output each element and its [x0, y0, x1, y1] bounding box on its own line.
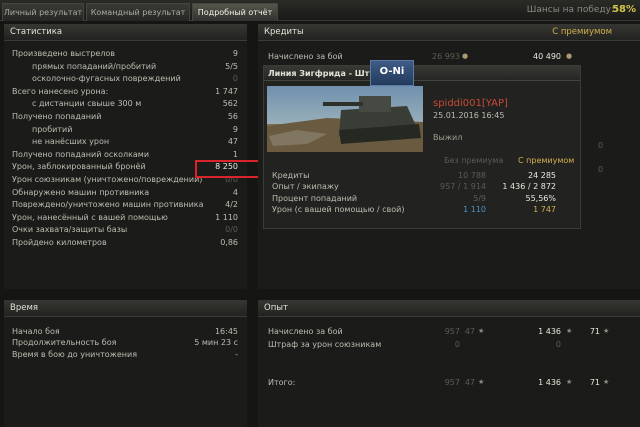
- stats-row-value: 0/0: [225, 225, 238, 235]
- credits-earned-label: Начислено за бой: [268, 52, 343, 61]
- report-row-label: Опыт / экипажу: [272, 182, 339, 192]
- time-row-value: -: [235, 349, 238, 359]
- time-row-value: 5 мин 23 с: [194, 338, 238, 348]
- credits-title: Кредиты: [264, 27, 304, 37]
- stats-header: Статистика: [4, 24, 247, 41]
- tank-name-badge: O-Ni: [370, 60, 414, 86]
- stats-row-label: не нанёсших урон: [32, 137, 110, 147]
- xp-earned-free-premium: 71: [589, 327, 600, 336]
- xp-penalty-label: Штраф за урон союзникам: [268, 340, 382, 349]
- stats-row-label: Всего нанесено урона:: [12, 86, 109, 96]
- stats-row-label: Очки захвата/защиты базы: [12, 225, 128, 235]
- results-tab-bar: Личный результат Командный результат Под…: [0, 0, 640, 21]
- win-chance-label: Шансы на победу:: [526, 5, 614, 15]
- win-chance-value: 58%: [612, 4, 636, 15]
- stats-row-label: Урон, нанесённый с вашей помощью: [12, 212, 168, 222]
- stats-row-label: Получено попаданий: [12, 112, 102, 121]
- report-row-label: Процент попаданий: [272, 193, 358, 203]
- stats-row-value: 4/2: [225, 200, 238, 210]
- xp-header: Опыт: [258, 300, 640, 317]
- xp-star-icon: ★: [603, 378, 610, 386]
- xp-star-icon: ★: [478, 378, 485, 386]
- battle-status: Выжил: [433, 133, 463, 142]
- report-row-base: 1 110: [463, 204, 486, 214]
- tab-personal-result[interactable]: Личный результат: [2, 3, 84, 21]
- xp-total-label: Итого:: [268, 378, 296, 387]
- report-row-label: Кредиты: [272, 171, 310, 180]
- time-panel: Время: [4, 300, 247, 427]
- stats-row-value: 0: [232, 74, 238, 84]
- xp-total-free: 47: [464, 378, 475, 387]
- xp-earned-free: 47: [464, 327, 475, 336]
- time-row-value: 16:45: [214, 327, 238, 336]
- report-row-base: 957 / 1 914: [440, 182, 486, 192]
- stats-row-label: прямых попаданий/пробитий: [32, 61, 157, 71]
- highlight-blocked-damage: [195, 160, 262, 178]
- stats-row-value: 9: [232, 49, 238, 58]
- stats-row-value: 1 110: [215, 212, 238, 222]
- xp-earned-label: Начислено за бой: [268, 327, 343, 336]
- stats-row-label: Урон, заблокированный бронёй: [12, 162, 146, 172]
- stats-row-value: 4: [232, 187, 238, 197]
- report-row-premium: 1 747: [533, 204, 556, 214]
- stats-row-value: 47: [227, 137, 238, 147]
- stats-row-value: 1: [232, 149, 238, 159]
- stats-row-value: 56: [227, 112, 238, 121]
- credit-coin-icon: ●: [462, 52, 469, 60]
- tab-team-result[interactable]: Командный результат: [86, 3, 190, 21]
- report-row-base: 10 788: [458, 171, 486, 180]
- credits-zero-2: 0: [598, 165, 604, 174]
- stats-row-value: 9: [232, 124, 238, 134]
- report-row-premium: 1 436 / 2 872: [502, 182, 556, 192]
- credits-premium-label: С премиумом: [552, 27, 612, 37]
- col-premium: С премиумом: [518, 156, 575, 165]
- stats-row-label: Произведено выстрелов: [12, 49, 116, 58]
- report-row-label: Урон (с вашей помощью / свой): [272, 204, 405, 214]
- xp-panel: Опыт: [258, 300, 640, 427]
- xp-penalty-premium: 0: [555, 340, 561, 349]
- tab-detailed-report[interactable]: Подробный отчёт: [192, 3, 278, 21]
- report-row-premium: 55,56%: [525, 193, 556, 203]
- player-name: spiddi001[YAP]: [433, 98, 508, 109]
- xp-total-premium: 1 436: [538, 378, 561, 387]
- time-row-label: Продолжительность боя: [12, 338, 117, 348]
- credit-coin-icon: ●: [566, 52, 573, 60]
- stats-row-label: Повреждено/уничтожено машин противника: [12, 200, 204, 210]
- stats-row-label: Пройдено километров: [12, 238, 107, 247]
- col-no-premium: Без премиума: [444, 156, 504, 165]
- report-row-base: 5/9: [473, 193, 486, 203]
- stats-row-label: Получено попаданий осколками: [12, 149, 150, 159]
- stats-row-label: Обнаружено машин противника: [12, 187, 150, 197]
- stats-row-label: пробитий: [32, 124, 73, 134]
- stats-row-value: 0,86: [220, 238, 238, 247]
- stats-row-label: Урон союзникам (уничтожено/повреждений): [12, 175, 203, 184]
- xp-total-free-premium: 71: [589, 378, 600, 387]
- xp-star-icon: ★: [478, 327, 485, 335]
- stats-row-label: с дистанции свыше 300 м: [32, 99, 142, 109]
- credits-header: Кредиты С премиумом: [258, 24, 640, 41]
- tank-image: [267, 86, 423, 152]
- battle-date: 25.01.2016 16:45: [433, 111, 505, 120]
- xp-penalty-base: 0: [454, 340, 460, 349]
- credits-zero-1: 0: [598, 141, 604, 150]
- stats-row-value: 562: [222, 99, 238, 109]
- stats-row-label: осколочно-фугасных повреждений: [32, 74, 181, 84]
- time-header: Время: [4, 300, 247, 317]
- time-row-label: Начало боя: [12, 327, 60, 336]
- time-row-label: Время в бою до уничтожения: [12, 349, 138, 359]
- xp-star-icon: ★: [603, 327, 610, 335]
- stats-row-value: 5/5: [225, 61, 238, 71]
- map-name: Линия Зигфрида - Штурм: [264, 66, 580, 81]
- stats-row-value: 1 747: [215, 86, 238, 96]
- xp-earned-premium: 1 436: [538, 327, 561, 336]
- report-row-premium: 24 285: [528, 171, 556, 180]
- credits-earned-premium: 40 490: [533, 52, 561, 61]
